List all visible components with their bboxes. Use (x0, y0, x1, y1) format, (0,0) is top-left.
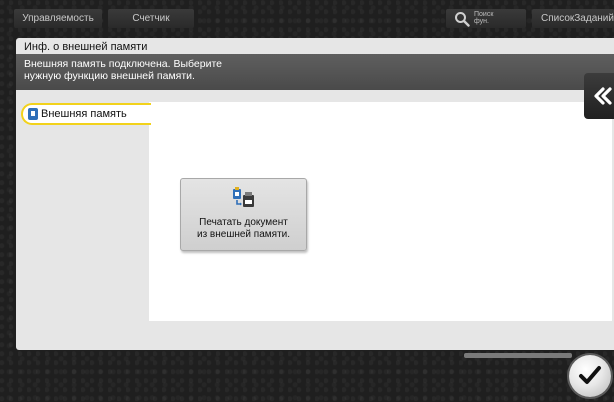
page-title: Инф. о внешней памяти (24, 41, 148, 53)
status-message: Внешняя память подключена. Выберите нужн… (16, 54, 614, 90)
job-list-button[interactable]: СписокЗаданий (532, 9, 614, 28)
search-label: Поиск фун. (474, 11, 494, 25)
function-area: Печатать документ из внешней памяти. (149, 102, 612, 321)
counter-button[interactable]: Счетчик (108, 9, 194, 28)
collapse-panel-button[interactable] (584, 73, 614, 119)
horizontal-scrollbar[interactable] (464, 353, 572, 358)
function-search-button[interactable]: Поиск фун. (446, 9, 526, 28)
tab-external-memory[interactable]: Внешняя память (21, 103, 151, 125)
checkmark-icon (579, 366, 601, 384)
print-from-memory-button[interactable]: Печатать документ из внешней памяти. (180, 178, 307, 251)
double-chevron-left-icon (594, 87, 612, 105)
top-bar: Управляемость Счетчик Поиск фун. СписокЗ… (0, 0, 614, 34)
ok-button[interactable] (569, 355, 611, 397)
utility-button[interactable]: Управляемость (14, 9, 102, 28)
tab-label: Внешняя память (41, 108, 127, 120)
print-from-memory-label: Печатать документ из внешней памяти. (196, 217, 291, 240)
usb-memory-icon (28, 108, 38, 120)
print-from-memory-icon (233, 187, 254, 207)
search-icon (455, 12, 470, 27)
